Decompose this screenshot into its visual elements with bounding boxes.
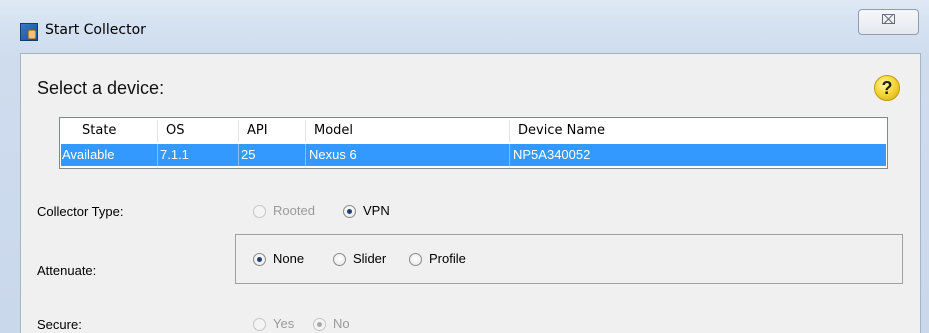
no-radio[interactable] [313, 318, 326, 331]
close-button[interactable]: ⌧ [858, 9, 919, 35]
cell-model: Nexus 6 [309, 147, 357, 162]
yes-radio[interactable] [253, 318, 266, 331]
column-header-model[interactable]: Model [314, 118, 353, 144]
slider-radio[interactable] [333, 253, 346, 266]
cell-state: Available [62, 147, 115, 162]
column-divider[interactable] [157, 120, 158, 142]
cell-api: 25 [241, 147, 256, 162]
vpn-radio[interactable] [343, 205, 356, 218]
rooted-radio[interactable] [253, 205, 266, 218]
window-title: Start Collector [45, 22, 146, 38]
collector-app-icon [20, 23, 38, 41]
attenuate-group: None Slider Profile [235, 234, 903, 284]
column-header-os[interactable]: OS [166, 118, 184, 144]
column-header-api[interactable]: API [247, 118, 268, 144]
column-divider[interactable] [305, 120, 306, 142]
column-divider[interactable] [238, 120, 239, 142]
secure-label: Secure: [37, 317, 82, 332]
cell-device-name: NP5A340052 [513, 147, 591, 162]
dialog-body: Select a device: ? State OS API Model De… [20, 53, 921, 333]
no-radio-label[interactable]: No [333, 316, 350, 331]
cell-divider [157, 144, 158, 166]
cell-os: 7.1.1 [160, 147, 189, 162]
none-radio-label[interactable]: None [273, 251, 304, 266]
help-icon[interactable]: ? [874, 75, 900, 101]
profile-radio[interactable] [409, 253, 422, 266]
slider-radio-label[interactable]: Slider [353, 251, 386, 266]
cell-divider [238, 144, 239, 166]
select-device-heading: Select a device: [37, 78, 165, 98]
cell-divider [305, 144, 306, 166]
vpn-radio-label[interactable]: VPN [363, 203, 390, 218]
title-bar[interactable]: Start Collector ⌧ [0, 0, 929, 44]
none-radio[interactable] [253, 253, 266, 266]
device-table[interactable]: State OS API Model Device Name Available… [59, 117, 888, 169]
column-header-state[interactable]: State [82, 118, 116, 144]
start-collector-window: Start Collector ⌧ Select a device: ? Sta… [0, 0, 929, 333]
attenuate-label: Attenuate: [37, 263, 97, 278]
column-divider[interactable] [509, 120, 510, 142]
rooted-radio-label[interactable]: Rooted [273, 203, 315, 218]
cell-divider [509, 144, 510, 166]
yes-radio-label[interactable]: Yes [273, 316, 294, 331]
column-header-device-name[interactable]: Device Name [518, 118, 605, 144]
collector-type-label: Collector Type: [37, 204, 124, 219]
profile-radio-label[interactable]: Profile [429, 251, 466, 266]
close-icon: ⌧ [881, 13, 896, 28]
table-row[interactable]: Available 7.1.1 25 Nexus 6 NP5A340052 [61, 144, 886, 166]
